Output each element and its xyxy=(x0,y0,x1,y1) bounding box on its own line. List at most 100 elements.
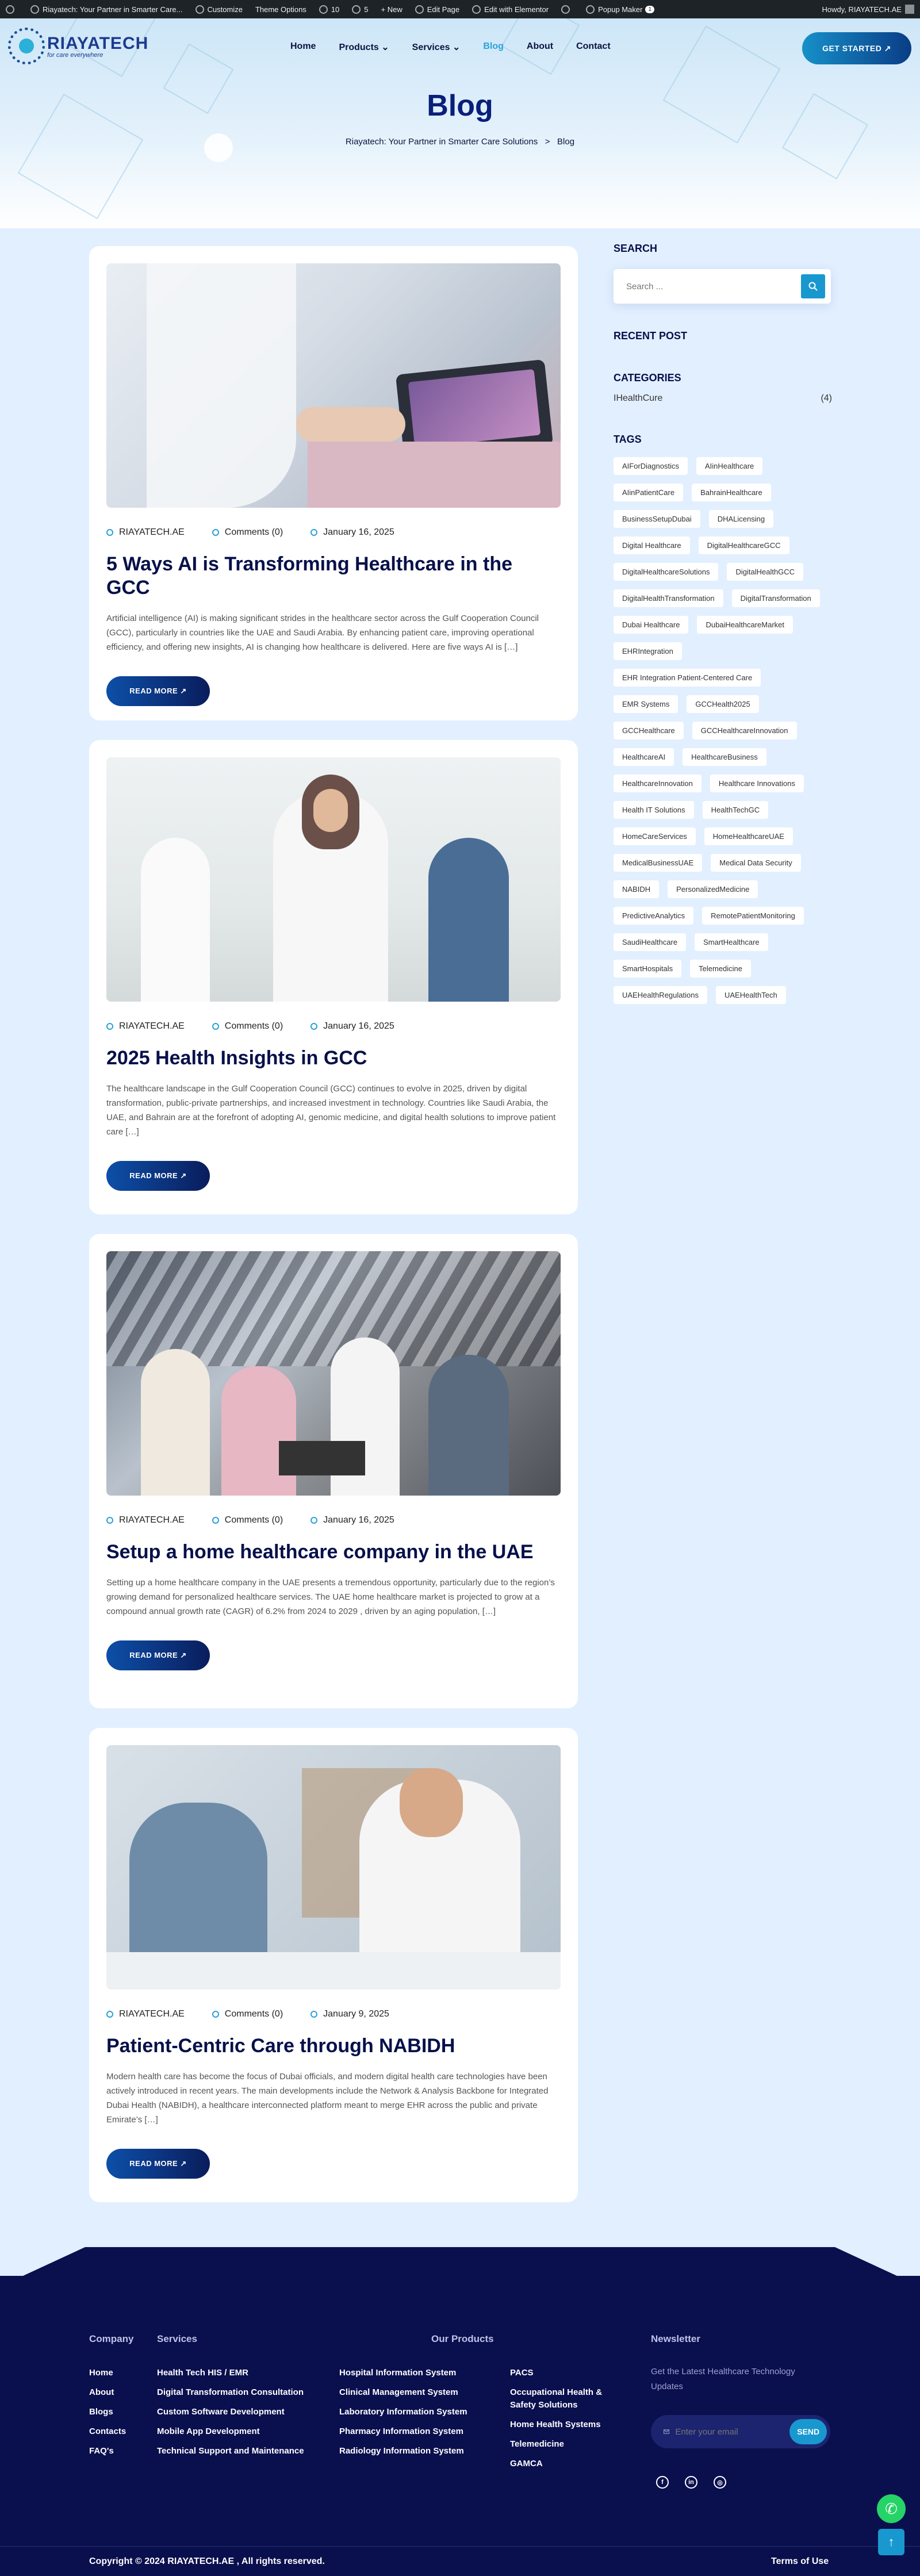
admin-performance[interactable] xyxy=(561,5,573,14)
get-started-button[interactable]: GET STARTED ↗ xyxy=(802,32,911,64)
tag-link[interactable]: BahrainHealthcare xyxy=(692,484,771,501)
tag-link[interactable]: Telemedicine xyxy=(690,960,752,977)
tag-link[interactable]: DHALicensing xyxy=(708,510,774,528)
footer-link-product[interactable]: GAMCA xyxy=(510,2454,602,2474)
tag-link[interactable]: DigitalHealthGCC xyxy=(727,563,804,581)
post-author[interactable]: RIAYATECH.AE xyxy=(106,527,185,538)
footer-link-product[interactable]: Safety Solutions xyxy=(510,2399,602,2415)
footer-link-product[interactable]: Telemedicine xyxy=(510,2435,602,2454)
admin-edit-elementor[interactable]: Edit with Elementor xyxy=(472,5,549,14)
read-more-button[interactable]: READ MORE ↗ xyxy=(106,676,210,706)
tag-link[interactable]: GCCHealthcareInnovation xyxy=(692,722,797,739)
tag-link[interactable]: EHRIntegration xyxy=(614,642,682,660)
nav-services[interactable]: Services ⌄ xyxy=(412,41,461,53)
tag-link[interactable]: HealthcareBusiness xyxy=(683,748,766,766)
admin-edit-page[interactable]: Edit Page xyxy=(415,5,459,14)
footer-link-contacts[interactable]: Contacts xyxy=(89,2422,126,2441)
post-thumbnail[interactable] xyxy=(106,263,561,508)
tag-link[interactable]: DigitalHealthcareSolutions xyxy=(614,563,719,581)
read-more-button[interactable]: READ MORE ↗ xyxy=(106,1160,210,1191)
search-button[interactable] xyxy=(801,274,825,298)
post-thumbnail[interactable] xyxy=(106,757,561,1002)
footer-link-about[interactable]: About xyxy=(89,2383,126,2402)
tag-link[interactable]: NABIDH xyxy=(614,880,660,898)
footer-link-service[interactable]: Health Tech HIS / EMR xyxy=(157,2363,304,2383)
tag-link[interactable]: Digital Healthcare xyxy=(614,536,690,554)
footer-link-service[interactable]: Digital Transformation Consultation xyxy=(157,2383,304,2402)
admin-theme-options[interactable]: Theme Options xyxy=(255,5,306,14)
tag-link[interactable]: DigitalTransformation xyxy=(731,589,820,607)
tag-link[interactable]: Health IT Solutions xyxy=(614,801,694,819)
footer-link-product[interactable]: Hospital Information System xyxy=(339,2363,467,2383)
instagram-icon[interactable]: ◎ xyxy=(714,2476,726,2489)
footer-link-faqs[interactable]: FAQ's xyxy=(89,2441,126,2461)
post-title[interactable]: 2025 Health Insights in GCC xyxy=(106,1046,561,1070)
category-item[interactable]: IHealthCure (4) xyxy=(614,393,832,404)
post-author[interactable]: RIAYATECH.AE xyxy=(106,1515,185,1525)
back-to-top-button[interactable]: ↑ xyxy=(878,2529,904,2555)
tag-link[interactable]: AIinPatientCare xyxy=(614,484,684,501)
tag-link[interactable]: RemotePatientMonitoring xyxy=(702,907,804,925)
footer-link-service[interactable]: Custom Software Development xyxy=(157,2402,304,2422)
tag-link[interactable]: DigitalHealthTransformation xyxy=(614,589,723,607)
tag-link[interactable]: PredictiveAnalytics xyxy=(614,907,694,925)
tag-link[interactable]: AIinHealthcare xyxy=(696,457,763,475)
post-comments[interactable]: Comments (0) xyxy=(212,1021,283,1032)
tag-link[interactable]: Dubai Healthcare xyxy=(614,616,689,634)
tag-link[interactable]: BusinessSetupDubai xyxy=(614,510,700,528)
footer-link-product[interactable]: Home Health Systems xyxy=(510,2415,602,2435)
post-author[interactable]: RIAYATECH.AE xyxy=(106,2009,185,2019)
tag-link[interactable]: UAEHealthTech xyxy=(715,986,786,1004)
tag-link[interactable]: DigitalHealthcareGCC xyxy=(698,536,789,554)
admin-customize[interactable]: Customize xyxy=(195,5,243,14)
tag-link[interactable]: EHR Integration Patient-Centered Care xyxy=(614,669,761,687)
nav-products[interactable]: Products ⌄ xyxy=(339,41,389,53)
post-comments[interactable]: Comments (0) xyxy=(212,2009,283,2019)
tag-link[interactable]: PersonalizedMedicine xyxy=(668,880,758,898)
tag-link[interactable]: HealthcareInnovation xyxy=(614,775,702,792)
post-thumbnail[interactable] xyxy=(106,1251,561,1496)
footer-link-product[interactable]: Occupational Health & xyxy=(510,2383,602,2399)
site-logo[interactable]: RIAYATECH for care everywhere xyxy=(8,28,148,64)
send-button[interactable]: SEND xyxy=(789,2419,827,2444)
admin-account[interactable]: Howdy, RIAYATECH.AE xyxy=(822,5,914,14)
footer-link-product[interactable]: Pharmacy Information System xyxy=(339,2422,467,2441)
tag-link[interactable]: GCCHealth2025 xyxy=(687,695,759,713)
nav-home[interactable]: Home xyxy=(290,41,316,53)
tag-link[interactable]: EMR Systems xyxy=(614,695,678,713)
post-title[interactable]: 5 Ways AI is Transforming Healthcare in … xyxy=(106,553,561,600)
tag-link[interactable]: HealthTechGC xyxy=(702,801,769,819)
nav-about[interactable]: About xyxy=(527,41,553,53)
tag-link[interactable]: GCCHealthcare xyxy=(614,722,684,739)
admin-site-name[interactable]: Riayatech: Your Partner in Smarter Care.… xyxy=(30,5,183,14)
post-comments[interactable]: Comments (0) xyxy=(212,1515,283,1525)
read-more-button[interactable]: READ MORE ↗ xyxy=(106,2148,210,2179)
tag-link[interactable]: DubaiHealthcareMarket xyxy=(697,616,793,634)
post-comments[interactable]: Comments (0) xyxy=(212,527,283,538)
footer-link-product[interactable]: PACS xyxy=(510,2363,602,2383)
tag-link[interactable]: SmartHealthcare xyxy=(695,933,768,951)
terms-link[interactable]: Terms of Use xyxy=(771,2556,829,2567)
tag-link[interactable]: HomeCareServices xyxy=(614,827,696,845)
post-title[interactable]: Setup a home healthcare company in the U… xyxy=(106,1540,561,1564)
footer-link-service[interactable]: Technical Support and Maintenance xyxy=(157,2441,304,2461)
read-more-button[interactable]: READ MORE ↗ xyxy=(106,1640,210,1670)
email-field[interactable] xyxy=(675,2426,790,2437)
post-thumbnail[interactable] xyxy=(106,1745,561,1989)
wordpress-icon[interactable] xyxy=(6,5,18,14)
linkedin-icon[interactable]: in xyxy=(685,2476,697,2489)
footer-link-product[interactable]: Radiology Information System xyxy=(339,2441,467,2461)
facebook-icon[interactable]: f xyxy=(656,2476,669,2489)
post-author[interactable]: RIAYATECH.AE xyxy=(106,1021,185,1032)
footer-link-product[interactable]: Laboratory Information System xyxy=(339,2402,467,2422)
breadcrumb-home[interactable]: Riayatech: Your Partner in Smarter Care … xyxy=(346,137,538,147)
search-input[interactable] xyxy=(626,281,801,292)
whatsapp-icon[interactable]: ✆ xyxy=(877,2494,906,2523)
tag-link[interactable]: MedicalBusinessUAE xyxy=(614,854,703,872)
tag-link[interactable]: Medical Data Security xyxy=(711,854,801,872)
footer-link-service[interactable]: Mobile App Development xyxy=(157,2422,304,2441)
tag-link[interactable]: SaudiHealthcare xyxy=(614,933,687,951)
nav-blog[interactable]: Blog xyxy=(483,41,504,53)
footer-link-home[interactable]: Home xyxy=(89,2363,126,2383)
tag-link[interactable]: HomeHealthcareUAE xyxy=(704,827,793,845)
